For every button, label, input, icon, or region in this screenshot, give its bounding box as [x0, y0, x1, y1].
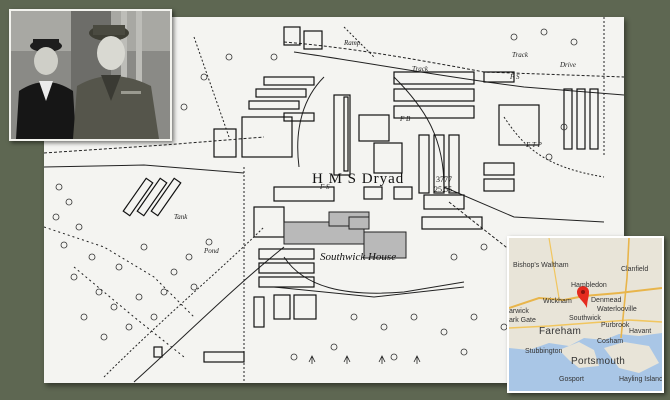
town-fareham: Fareham	[539, 326, 582, 337]
map-number-2: 25.55	[434, 185, 452, 194]
minor-label-tank: Tank	[174, 213, 188, 221]
minor-label-1: F S	[320, 183, 330, 191]
town-hambledon: Hambledon	[571, 282, 607, 289]
town-gosport: Gosport	[559, 376, 584, 383]
map-number-1: 3777	[436, 175, 452, 184]
town-wickham: Wickham	[543, 298, 572, 305]
town-portsmouth: Portsmouth	[571, 356, 626, 367]
officers-photo-drawing	[11, 11, 170, 139]
town-waterlooville: Waterlooville	[597, 306, 637, 313]
track-label-2: Track	[512, 51, 528, 59]
minor-label-2: F S	[510, 73, 520, 81]
town-clanfield: Clanfield	[621, 266, 649, 273]
track-label-1: Track	[412, 65, 428, 73]
town-cosham: Cosham	[597, 338, 624, 345]
track-label-drive: Drive	[560, 61, 576, 69]
minor-label-pond: Pond	[204, 247, 219, 255]
track-label-ramp: Ramp	[344, 39, 361, 47]
town-fragment-1: arwick	[509, 308, 529, 315]
town-denmead: Denmead	[591, 297, 622, 304]
town-hayling-island: Hayling Island	[619, 376, 663, 383]
town-havant: Havant	[629, 328, 652, 335]
page: H M S Dryad Southwick House Ramp Track T…	[0, 0, 670, 400]
town-southwick: Southwick	[569, 315, 601, 322]
town-purbrook: Purbrook	[601, 322, 630, 329]
town-bishops-waltham: Bishop's Waltham	[513, 262, 569, 269]
house-label: Southwick House	[320, 251, 397, 263]
minor-label-3: F B	[400, 115, 411, 123]
town-fragment-2: ark Gate	[509, 317, 536, 324]
town-stubbington: Stubbington	[525, 348, 563, 355]
location-inset-map: Bishop's Waltham Clanfield Hambledon Den…	[507, 236, 664, 393]
minor-label-4: E T P	[526, 141, 542, 149]
officers-photo	[9, 9, 172, 141]
